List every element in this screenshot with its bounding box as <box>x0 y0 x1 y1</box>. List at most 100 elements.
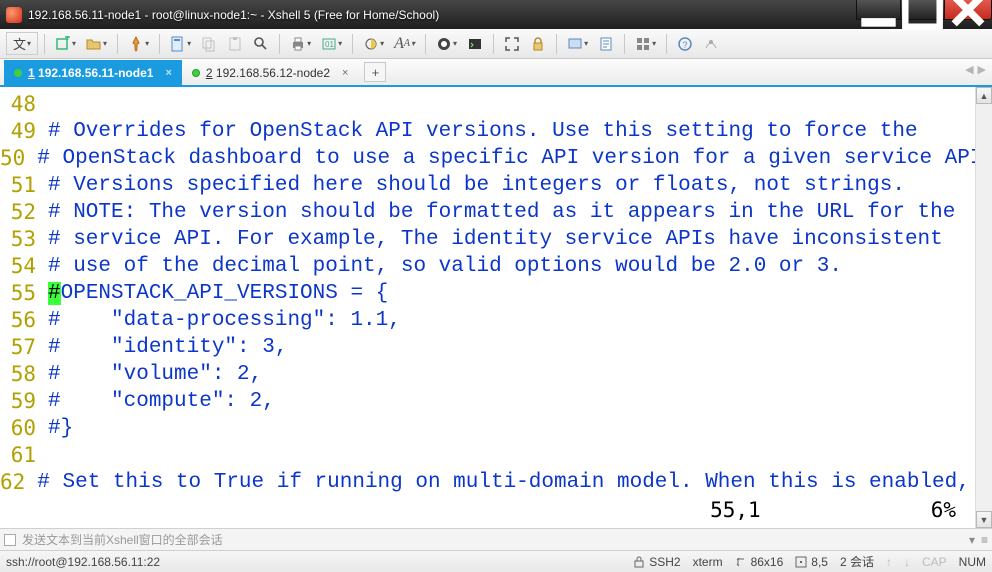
print-icon[interactable]: ▾ <box>286 34 315 54</box>
code-line: 54# use of the decimal point, so valid o… <box>0 253 992 280</box>
session-count: 2 会话 <box>840 553 874 570</box>
window-controls <box>856 0 992 29</box>
line-text: # NOTE: The version should be formatted … <box>48 199 955 226</box>
session-icon[interactable]: ▾ <box>563 34 592 54</box>
log-icon[interactable] <box>594 34 618 54</box>
tab-label: 1 192.168.56.11-node1 <box>28 66 153 80</box>
open-icon[interactable]: ▾ <box>82 34 111 54</box>
fullscreen-icon[interactable] <box>500 34 524 54</box>
code-line: 61 <box>0 442 992 469</box>
status-bar: ssh://root@192.168.56.11:22 SSH2 xterm 8… <box>0 550 992 572</box>
line-number: 54 <box>0 253 48 280</box>
connection-url: ssh://root@192.168.56.11:22 <box>6 555 160 569</box>
line-text: #} <box>48 415 73 442</box>
nav-up-icon[interactable]: ↑ <box>886 555 892 569</box>
code-line: 53# service API. For example, The identi… <box>0 226 992 253</box>
session-tabbar: 1 192.168.56.11-node1 × 2 192.168.56.12-… <box>0 59 992 87</box>
scripts-icon[interactable]: ▾ <box>432 34 461 54</box>
color-icon[interactable]: ▾ <box>359 34 388 54</box>
line-number: 58 <box>0 361 48 388</box>
code-area[interactable]: 4849# Overrides for OpenStack API versio… <box>0 87 992 528</box>
line-text: #OPENSTACK_API_VERSIONS = { <box>48 280 388 307</box>
minimize-button[interactable] <box>856 0 900 20</box>
window-titlebar: 192.168.56.11-node1 - root@linux-node1:~… <box>0 0 992 29</box>
line-number: 60 <box>0 415 48 442</box>
line-text: # "compute": 2, <box>48 388 275 415</box>
cursor-position: 55,1 <box>710 498 761 522</box>
line-number: 56 <box>0 307 48 334</box>
menu-lines-icon[interactable]: ≡ <box>981 533 988 547</box>
line-number: 49 <box>0 118 48 145</box>
chevron-down-icon[interactable]: ▾ <box>969 533 975 547</box>
line-number: 52 <box>0 199 48 226</box>
code-line: 56# "data-processing": 1.1, <box>0 307 992 334</box>
close-button[interactable] <box>944 0 992 20</box>
broadcast-checkbox[interactable] <box>4 534 16 546</box>
code-line: 50# OpenStack dashboard to use a specifi… <box>0 145 992 172</box>
line-number: 53 <box>0 226 48 253</box>
vertical-scrollbar[interactable]: ▲ ▼ <box>975 87 992 528</box>
vim-ruler: 55,1 6% <box>710 498 956 522</box>
svg-text:01: 01 <box>325 40 334 49</box>
main-toolbar: 文▾ ▾ ▾ ▾ ▾ ▾ 01▾ ▾ AA▾ ▾ ▾ ▾ ? <box>0 29 992 59</box>
copy-icon[interactable] <box>197 34 221 54</box>
cursor: # <box>48 282 61 305</box>
tab-prev-icon[interactable]: ◀ <box>965 63 973 76</box>
line-text: # OpenStack dashboard to use a specific … <box>37 145 992 172</box>
tab-close-icon[interactable]: × <box>342 67 348 79</box>
code-line: 52# NOTE: The version should be formatte… <box>0 199 992 226</box>
terminal-icon[interactable] <box>463 34 487 54</box>
scroll-down-icon[interactable]: ▼ <box>976 511 992 528</box>
maximize-button[interactable] <box>900 0 944 20</box>
svg-text:?: ? <box>683 40 688 50</box>
cursor-pos: 8,5 <box>795 555 828 569</box>
app-icon <box>6 7 22 23</box>
tab-next-icon[interactable]: ▶ <box>978 63 986 76</box>
code-line: 59# "compute": 2, <box>0 388 992 415</box>
line-text: # service API. For example, The identity… <box>48 226 943 253</box>
code-line: 57# "identity": 3, <box>0 334 992 361</box>
session-tab-2[interactable]: 2 192.168.56.12-node2 × <box>182 60 359 85</box>
font-icon[interactable]: AA▾ <box>390 33 419 55</box>
line-text: # "volume": 2, <box>48 361 262 388</box>
search-icon[interactable] <box>249 34 273 54</box>
tab-close-icon[interactable]: × <box>165 67 171 79</box>
line-number: 51 <box>0 172 48 199</box>
properties-icon[interactable]: ▾ <box>166 34 195 54</box>
line-text: # use of the decimal point, so valid opt… <box>48 253 842 280</box>
line-number: 57 <box>0 334 48 361</box>
caps-indicator: CAP <box>922 555 947 569</box>
scroll-up-icon[interactable]: ▲ <box>976 87 992 104</box>
num-indicator: NUM <box>959 555 986 569</box>
line-number: 50 <box>0 145 37 172</box>
terminal-size: 86x16 <box>735 555 784 569</box>
broadcast-input-bar: 发送文本到当前Xshell窗口的全部会话 ▾ ≡ <box>0 528 992 550</box>
encoding-icon[interactable]: 01▾ <box>317 34 346 54</box>
about-icon[interactable] <box>699 34 723 54</box>
line-text: # "data-processing": 1.1, <box>48 307 401 334</box>
line-text: # Set this to True if running on multi-d… <box>37 469 992 496</box>
line-text: # "identity": 3, <box>48 334 287 361</box>
line-number: 62 <box>0 469 37 496</box>
code-line: 55#OPENSTACK_API_VERSIONS = { <box>0 280 992 307</box>
pin-icon[interactable]: ▾ <box>124 34 153 54</box>
window-title: 192.168.56.11-node1 - root@linux-node1:~… <box>28 8 856 22</box>
paste-icon[interactable] <box>223 34 247 54</box>
code-line: 62# Set this to True if running on multi… <box>0 469 992 496</box>
status-dot-icon <box>192 69 200 77</box>
new-tab-button[interactable]: + <box>364 62 386 82</box>
layout-icon[interactable]: ▾ <box>631 34 660 54</box>
terminal-type: xterm <box>693 555 723 569</box>
help-icon[interactable]: ? <box>673 34 697 54</box>
code-line: 60#} <box>0 415 992 442</box>
line-text: # Versions specified here should be inte… <box>48 172 905 199</box>
new-tab-icon[interactable]: ▾ <box>51 34 80 54</box>
lock-icon[interactable] <box>526 34 550 54</box>
tab-label: 2 192.168.56.12-node2 <box>206 66 330 80</box>
file-menu-button[interactable]: 文▾ <box>6 32 38 55</box>
session-tab-1[interactable]: 1 192.168.56.11-node1 × <box>4 60 182 85</box>
terminal-editor[interactable]: 4849# Overrides for OpenStack API versio… <box>0 87 992 528</box>
code-line: 48 <box>0 91 992 118</box>
nav-down-icon[interactable]: ↓ <box>904 555 910 569</box>
broadcast-placeholder[interactable]: 发送文本到当前Xshell窗口的全部会话 <box>22 531 223 548</box>
